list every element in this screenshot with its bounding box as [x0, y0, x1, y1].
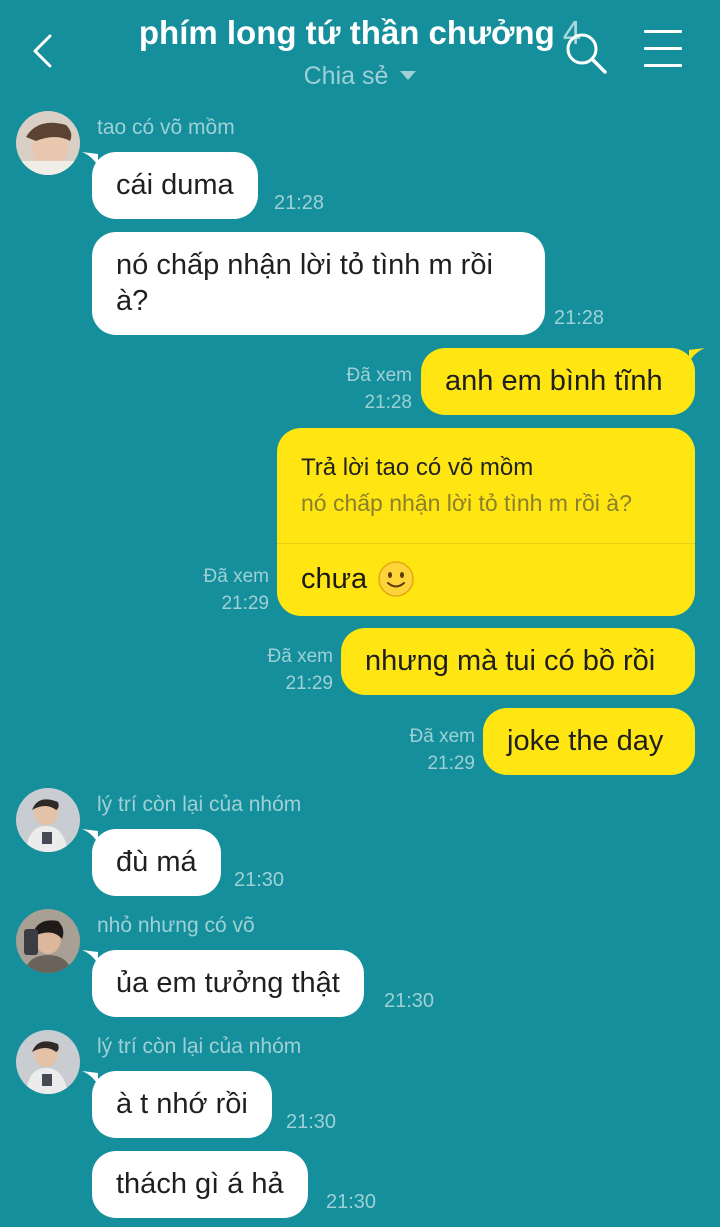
avatar[interactable] [16, 1030, 80, 1094]
bubble-tail [689, 348, 705, 362]
message-time: 21:30 [326, 1191, 377, 1213]
message-text: thách gì á hả [116, 1168, 284, 1200]
message-time: 21:30 [234, 869, 285, 891]
message-bubble[interactable]: thách gì á hả [92, 1151, 308, 1218]
seen-label: Đã xem [267, 646, 333, 667]
message-text: chưa [301, 562, 368, 595]
share-dropdown[interactable]: Chia sẻ [0, 62, 720, 91]
message-bubble[interactable]: ủa em tưởng thật [92, 950, 364, 1017]
sender-name: nhỏ nhưng có võ [97, 914, 255, 937]
message-text: anh em bình tĩnh [445, 365, 663, 397]
message-text: đù má [116, 846, 197, 878]
quoted-text: nó chấp nhận lời tỏ tình m rồi à? [301, 490, 632, 516]
message-text: joke the day [507, 725, 664, 757]
sender-name: tao có võ mồm [97, 116, 235, 139]
read-status: Đã xem 21:29 [169, 563, 269, 617]
chat-title[interactable]: phím long tứ thần chưởng 4 [0, 14, 720, 52]
seen-label: Đã xem [203, 566, 269, 587]
avatar[interactable] [16, 788, 80, 852]
smile-emoji-icon [378, 561, 414, 597]
message-text: à t nhớ rồi [116, 1088, 248, 1120]
message-bubble[interactable]: joke the day [483, 708, 695, 775]
seen-label: Đã xem [346, 365, 412, 386]
message-text: ủa em tưởng thật [116, 967, 340, 999]
message-time: 21:29 [285, 673, 333, 694]
menu-icon[interactable] [644, 30, 682, 70]
chevron-down-icon [400, 70, 417, 80]
message-text-row: chưa [277, 544, 695, 614]
message-bubble[interactable]: nó chấp nhận lời tỏ tình m rồi à? [92, 232, 545, 335]
search-icon[interactable] [563, 30, 609, 76]
seen-label: Đã xem [409, 726, 475, 747]
message-text: cái duma [116, 169, 234, 201]
message-bubble[interactable]: anh em bình tĩnh [421, 348, 695, 415]
avatar[interactable] [16, 909, 80, 973]
message-text: à? [116, 285, 149, 317]
quoted-message[interactable]: Trả lời tao có võ mồm nó chấp nhận lời t… [277, 428, 695, 517]
message-time: 21:28 [274, 192, 325, 214]
group-name: phím long tứ thần chưởng [138, 14, 555, 51]
reply-message-bubble[interactable]: Trả lời tao có võ mồm nó chấp nhận lời t… [277, 428, 695, 616]
message-text: nhưng mà tui có bồ rồi [365, 645, 656, 677]
read-status: Đã xem 21:29 [375, 723, 475, 777]
share-label: Chia sẻ [303, 62, 389, 90]
read-status: Đã xem 21:29 [233, 643, 333, 697]
message-time: 21:29 [221, 593, 269, 614]
message-bubble[interactable]: cái duma [92, 152, 258, 219]
message-time: 21:30 [384, 990, 435, 1012]
message-bubble[interactable]: đù má [92, 829, 221, 896]
reply-label: Trả lời tao có võ mồm [301, 454, 534, 481]
avatar[interactable] [16, 111, 80, 175]
message-bubble[interactable]: à t nhớ rồi [92, 1071, 272, 1138]
message-text: nó chấp nhận lời tỏ tình m rồi [116, 249, 493, 281]
message-bubble[interactable]: nhưng mà tui có bồ rồi [341, 628, 695, 695]
message-time: 21:29 [427, 753, 475, 774]
sender-name: lý trí còn lại của nhóm [97, 793, 302, 816]
message-time: 21:28 [554, 307, 605, 329]
sender-name: lý trí còn lại của nhóm [97, 1035, 302, 1058]
read-status: Đã xem 21:28 [312, 362, 412, 416]
message-time: 21:30 [286, 1111, 337, 1133]
message-time: 21:28 [364, 392, 412, 413]
